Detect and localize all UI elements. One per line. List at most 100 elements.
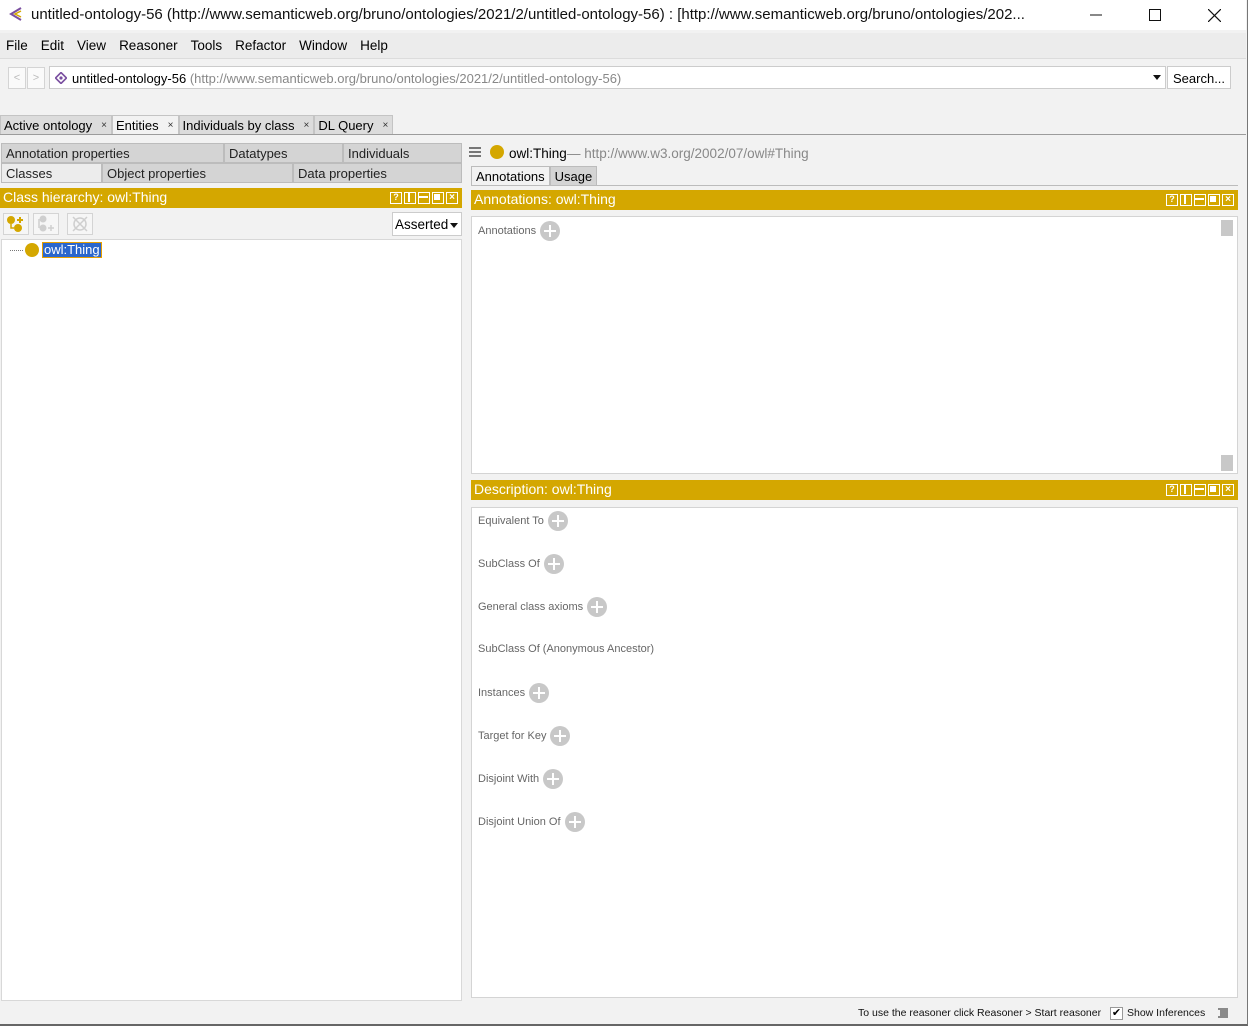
close-tab-icon[interactable]: × xyxy=(304,120,310,131)
close-window-button[interactable] xyxy=(1191,0,1237,30)
menu-edit[interactable]: Edit xyxy=(35,33,71,58)
close-view-icon[interactable]: × xyxy=(1222,194,1234,206)
tree-node-owl-thing[interactable]: owl:Thing xyxy=(42,242,102,258)
chevron-down-icon xyxy=(450,223,458,228)
scrollbar-thumb-top[interactable] xyxy=(1221,220,1233,236)
add-target-for-key-icon[interactable] xyxy=(550,726,571,746)
add-general-class-axiom-icon[interactable] xyxy=(587,597,608,617)
show-inferences-label: Show Inferences xyxy=(1127,1007,1206,1019)
split-vertical-icon[interactable] xyxy=(1180,484,1192,496)
add-disjoint-union-of-icon[interactable] xyxy=(564,812,585,832)
maximize-icon xyxy=(1149,9,1161,21)
entity-tabs-row-1: Annotation properties Datatypes Individu… xyxy=(1,143,462,163)
tab-individuals-by-class[interactable]: Individuals by class × xyxy=(178,115,315,135)
forward-button[interactable]: > xyxy=(27,67,45,89)
close-tab-icon[interactable]: × xyxy=(168,120,174,131)
tab-data-properties[interactable]: Data properties xyxy=(293,163,462,183)
hamburger-menu-icon[interactable] xyxy=(469,147,481,157)
tab-label: Individuals by class xyxy=(182,118,295,133)
tree-connector xyxy=(10,250,23,251)
ontology-name: untitled-ontology-56 xyxy=(72,71,187,86)
add-instance-icon[interactable] xyxy=(529,683,550,703)
split-vertical-icon[interactable] xyxy=(404,192,416,204)
tab-entities[interactable]: Entities × xyxy=(112,115,179,135)
tab-individuals[interactable]: Individuals xyxy=(343,143,462,163)
add-subclass-icon xyxy=(7,216,23,232)
split-horizontal-icon[interactable] xyxy=(418,192,430,204)
tab-dl-query[interactable]: DL Query × xyxy=(314,115,394,135)
tab-classes[interactable]: Classes xyxy=(1,163,102,183)
minimize-icon xyxy=(1090,14,1102,16)
class-icon xyxy=(490,145,504,159)
annotations-frame: Annotations xyxy=(471,216,1238,474)
menu-reasoner[interactable]: Reasoner xyxy=(113,33,185,58)
tab-object-properties[interactable]: Object properties xyxy=(102,163,293,183)
tab-label: Entities xyxy=(116,118,159,133)
section-label: Disjoint Union Of xyxy=(478,816,561,828)
maximize-button[interactable] xyxy=(1132,0,1178,30)
add-annotation-icon[interactable] xyxy=(540,221,561,241)
section-label: SubClass Of (Anonymous Ancestor) xyxy=(478,643,655,655)
menu-help[interactable]: Help xyxy=(354,33,395,58)
split-vertical-icon[interactable] xyxy=(1180,194,1192,206)
tab-divider xyxy=(0,134,1246,135)
add-equivalent-to-icon[interactable] xyxy=(547,511,568,531)
view-buttons: ? × xyxy=(390,192,458,204)
title-bar: untitled-ontology-56 (http://www.semanti… xyxy=(0,0,1246,30)
close-view-icon[interactable]: × xyxy=(446,192,458,204)
add-subclass-button[interactable] xyxy=(3,213,29,235)
add-subclass-of-icon[interactable] xyxy=(543,554,564,574)
add-disjoint-with-icon[interactable] xyxy=(543,769,564,789)
description-frame: Equivalent To SubClass Of General class … xyxy=(471,507,1238,998)
close-tab-icon[interactable]: × xyxy=(383,120,389,131)
menu-tools[interactable]: Tools xyxy=(185,33,230,58)
chevron-down-icon[interactable] xyxy=(1153,75,1161,80)
split-horizontal-icon[interactable] xyxy=(1194,194,1206,206)
ontology-icon xyxy=(55,72,67,84)
maximize-view-icon[interactable] xyxy=(432,192,444,204)
delete-class-button[interactable] xyxy=(67,213,93,235)
help-icon[interactable]: ? xyxy=(390,192,402,204)
maximize-view-icon[interactable] xyxy=(1208,194,1220,206)
section-label: General class axioms xyxy=(478,601,584,613)
view-buttons: ? × xyxy=(1166,194,1234,206)
add-sibling-class-icon xyxy=(38,215,54,232)
entity-view-tabs: Annotations Usage xyxy=(471,166,598,186)
menu-window[interactable]: Window xyxy=(293,33,354,58)
tab-label: Active ontology xyxy=(4,118,93,133)
annotations-header: Annotations: owl:Thing ? × xyxy=(471,190,1238,210)
hierarchy-mode-select[interactable]: Asserted xyxy=(392,212,462,236)
ontology-selector-value: untitled-ontology-56 (http://www.semanti… xyxy=(72,71,621,86)
delete-class-icon xyxy=(72,216,88,232)
maximize-view-icon[interactable] xyxy=(1208,484,1220,496)
description-header: Description: owl:Thing ? × xyxy=(471,480,1238,500)
menu-file[interactable]: File xyxy=(0,33,35,58)
menu-view[interactable]: View xyxy=(71,33,113,58)
annotations-section: Annotations xyxy=(478,221,561,241)
status-message: To use the reasoner click Reasoner > Sta… xyxy=(858,1007,1102,1019)
close-tab-icon[interactable]: × xyxy=(101,120,107,131)
help-icon[interactable]: ? xyxy=(1166,194,1178,206)
back-button[interactable]: < xyxy=(8,67,26,89)
search-button[interactable]: Search... xyxy=(1167,66,1231,89)
help-icon[interactable]: ? xyxy=(1166,484,1178,496)
section-label: Annotations xyxy=(478,225,537,237)
tab-datatypes[interactable]: Datatypes xyxy=(224,143,343,163)
menu-refactor[interactable]: Refactor xyxy=(229,33,293,58)
add-sibling-class-button[interactable] xyxy=(33,213,59,235)
scrollbar-thumb-bottom[interactable] xyxy=(1221,455,1233,471)
split-horizontal-icon[interactable] xyxy=(1194,484,1206,496)
tab-usage[interactable]: Usage xyxy=(549,166,598,186)
close-view-icon[interactable]: × xyxy=(1222,484,1234,496)
tab-annotations[interactable]: Annotations xyxy=(471,166,550,186)
tab-annotation-properties[interactable]: Annotation properties xyxy=(1,143,224,163)
tab-active-ontology[interactable]: Active ontology × xyxy=(0,115,113,135)
minimize-button[interactable] xyxy=(1073,0,1119,30)
entity-name: owl:Thing xyxy=(509,146,567,161)
log-list-icon[interactable] xyxy=(1218,1008,1228,1019)
show-inferences-checkbox[interactable]: ✔ xyxy=(1110,1007,1123,1020)
ontology-selector[interactable]: untitled-ontology-56 (http://www.semanti… xyxy=(49,66,1166,89)
window-title: untitled-ontology-56 (http://www.semanti… xyxy=(31,6,1025,23)
class-hierarchy-header: Class hierarchy: owl:Thing ? × xyxy=(0,188,462,208)
close-icon xyxy=(1207,8,1221,22)
